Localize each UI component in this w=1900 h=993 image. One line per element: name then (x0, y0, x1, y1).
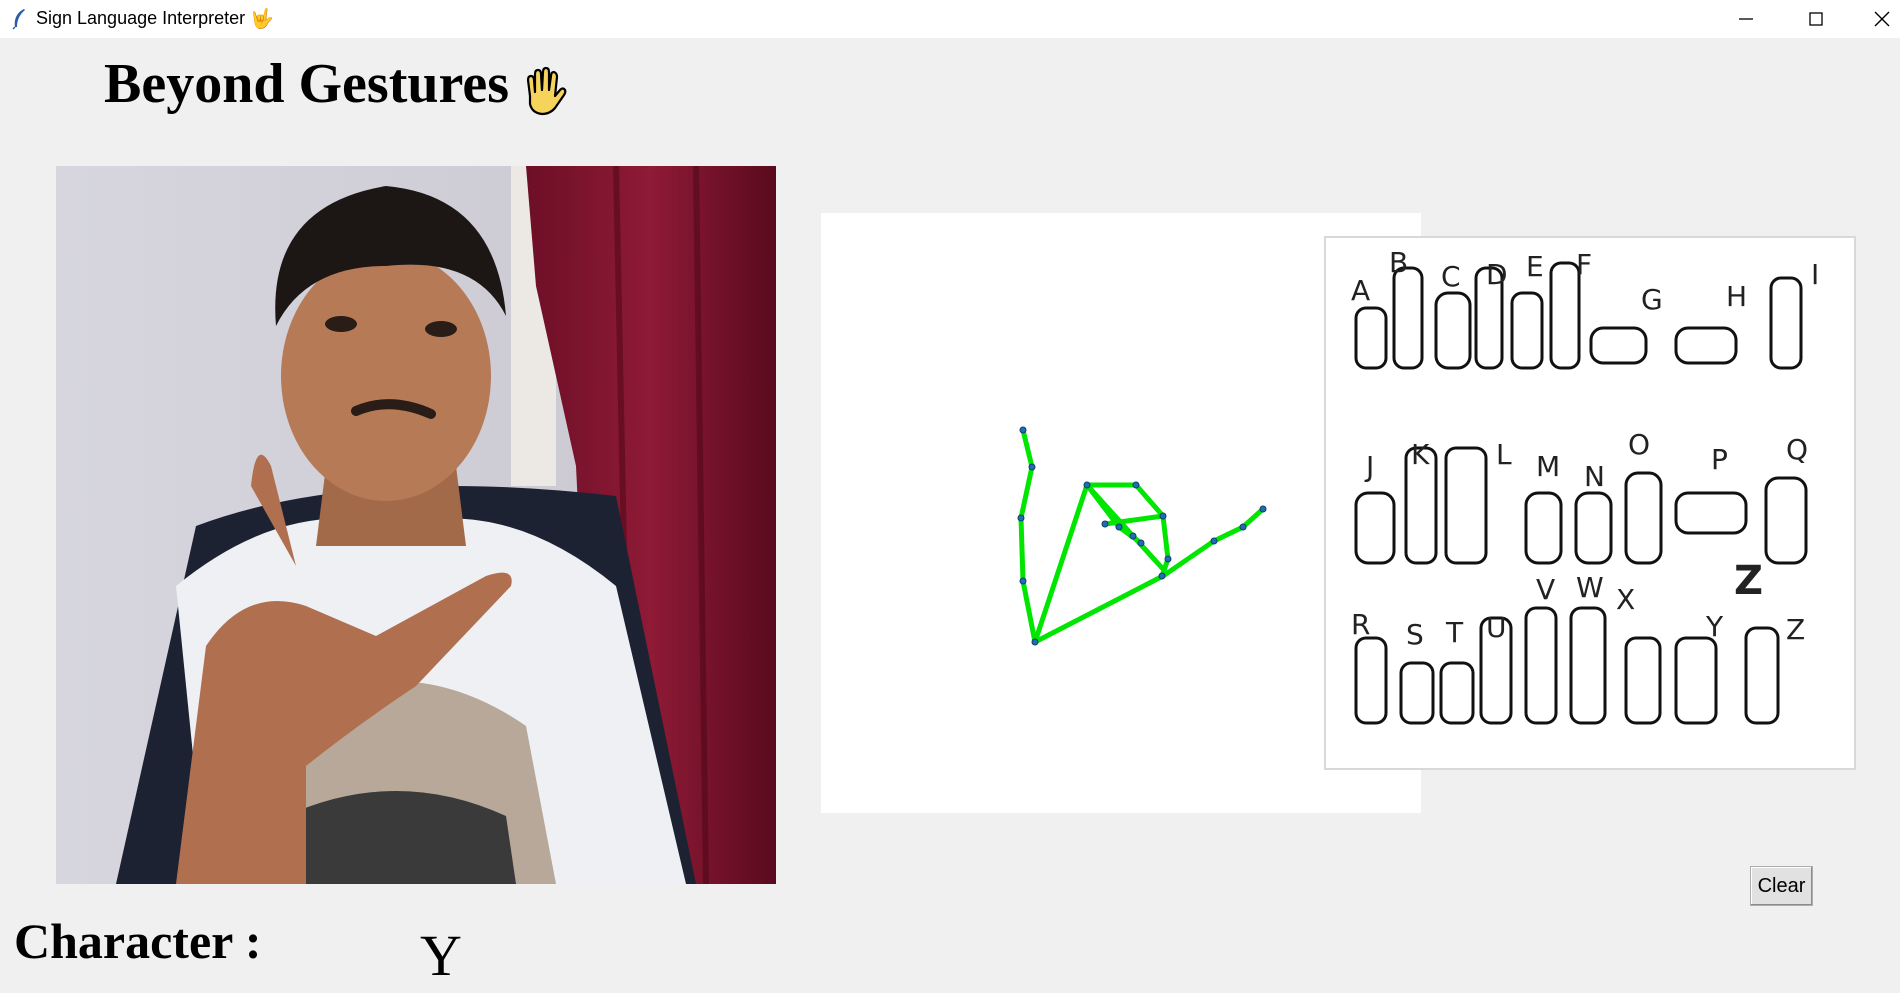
maximize-button[interactable] (1782, 0, 1850, 38)
camera-feed (56, 166, 776, 884)
asl-letter-n: N (1584, 460, 1605, 493)
raised-hand-icon (526, 66, 567, 116)
love-you-hand-icon: 🤟 (250, 8, 274, 30)
asl-letter-r: R (1351, 608, 1371, 641)
asl-letter-h: H (1726, 280, 1748, 313)
asl-letter-c: C (1441, 260, 1461, 293)
asl-letter-g: G (1641, 283, 1663, 316)
asl-letter-e: E (1526, 250, 1544, 283)
asl-letter-m: M (1536, 450, 1561, 483)
minimize-button[interactable] (1712, 0, 1780, 38)
asl-letter-p: P (1711, 443, 1728, 476)
asl-letter-o: O (1628, 428, 1651, 461)
asl-letter-t: T (1446, 616, 1464, 649)
asl-letter-l: L (1496, 438, 1512, 471)
asl-letter-z: Z (1786, 613, 1806, 646)
asl-letter-v: V (1536, 573, 1556, 606)
asl-letter-q: Q (1786, 433, 1809, 466)
close-icon (1874, 11, 1890, 27)
title-bar: Sign Language Interpreter 🤟 (0, 0, 1900, 38)
character-value: Y (420, 923, 462, 988)
asl-letter-x: X (1616, 583, 1636, 616)
minimize-icon (1739, 18, 1753, 20)
hand-skeleton (1018, 427, 1266, 645)
feather-icon (12, 9, 25, 30)
asl-letter-z-motion: Z (1734, 558, 1764, 604)
asl-hands-illustration (1354, 261, 1808, 725)
asl-letter-d: D (1486, 258, 1508, 291)
asl-letter-u: U (1486, 611, 1507, 644)
asl-letter-w: W (1576, 571, 1604, 604)
asl-letter-y: Y (1706, 610, 1724, 643)
maximize-icon (1809, 12, 1823, 26)
asl-letter-k: K (1411, 438, 1430, 471)
asl-letter-a: A (1351, 274, 1371, 307)
close-button[interactable] (1848, 0, 1900, 38)
character-label: Character : (14, 913, 262, 969)
asl-letter-j: J (1366, 450, 1375, 483)
asl-alphabet-chart: A B C D E F G H I J K L M N O P Q R S T … (1324, 236, 1856, 770)
asl-letter-b: B (1389, 246, 1409, 279)
asl-letter-i: I (1811, 258, 1820, 291)
window-title: Sign Language Interpreter (36, 8, 246, 28)
asl-letter-f: F (1576, 248, 1593, 281)
webcam-image (56, 166, 776, 884)
page-title: Beyond Gestures (104, 53, 509, 115)
clear-button[interactable]: Clear (1750, 866, 1813, 906)
asl-letter-s: S (1406, 618, 1424, 651)
